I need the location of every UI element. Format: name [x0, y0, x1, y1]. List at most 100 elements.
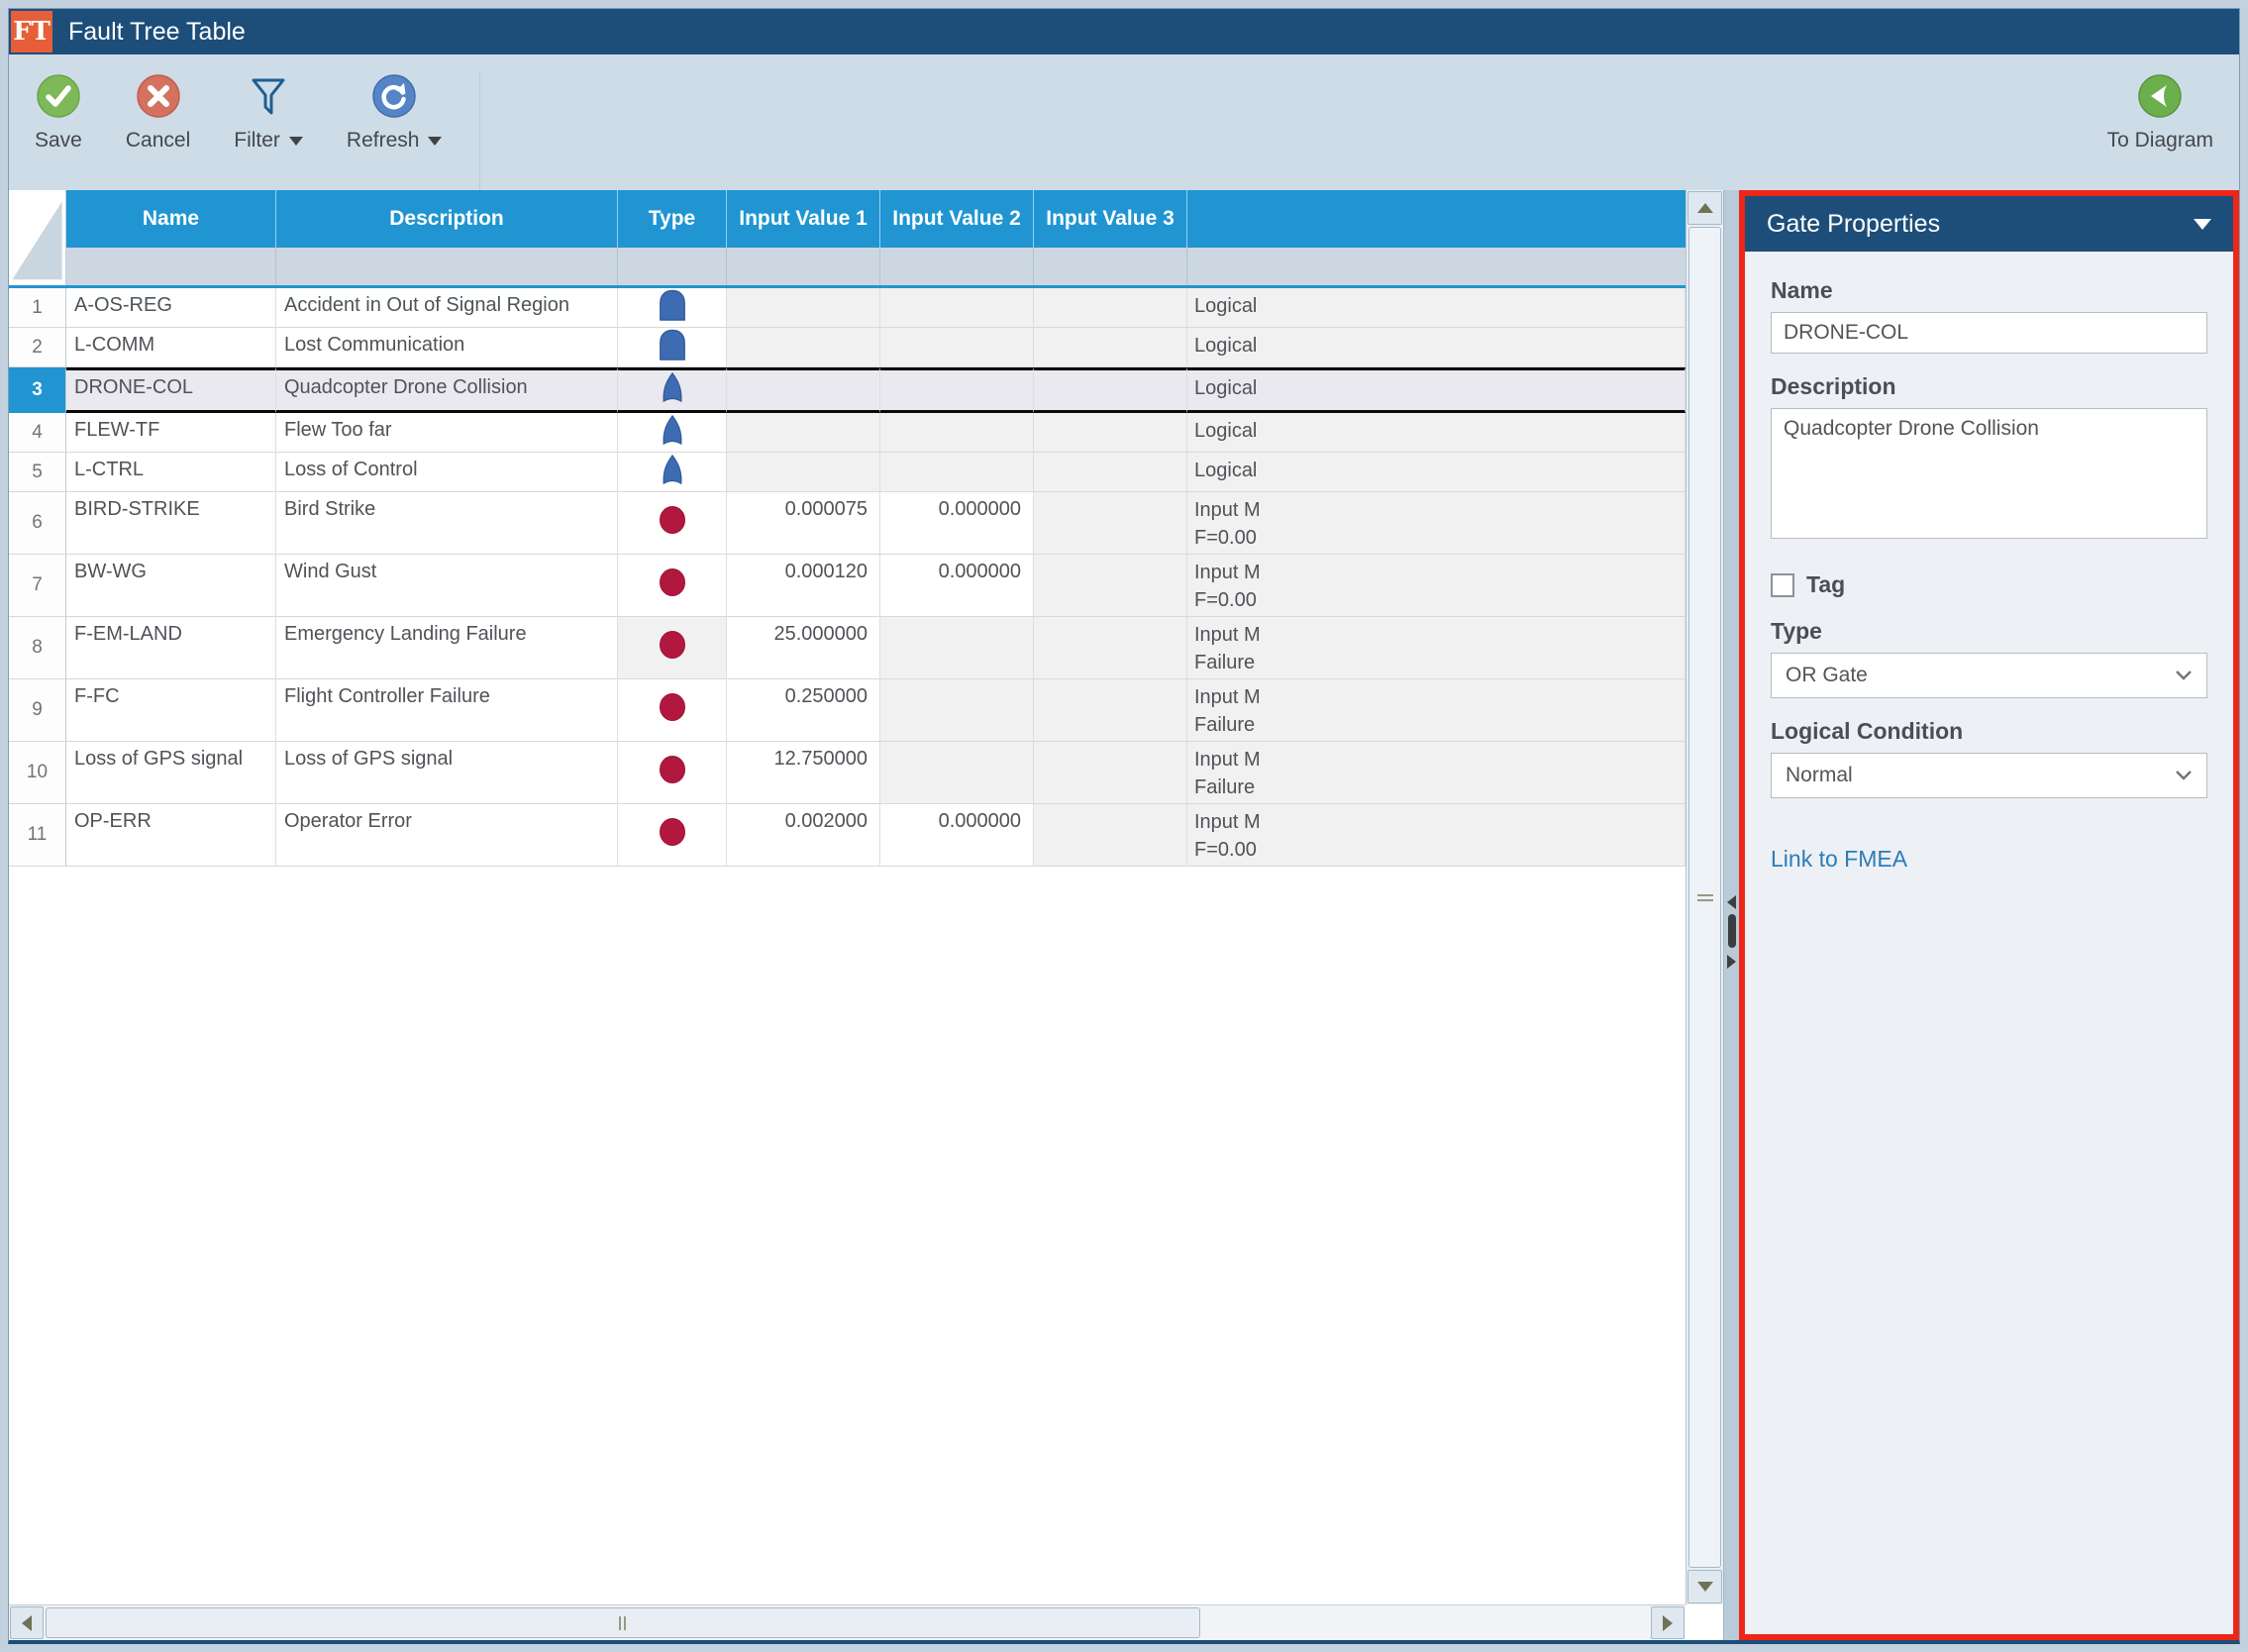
cell-input-value-1[interactable] [727, 328, 880, 367]
link-to-fmea[interactable]: Link to FMEA [1771, 846, 2207, 873]
table-row[interactable]: 6BIRD-STRIKEBird Strike 0.0000750.000000… [9, 492, 1686, 555]
cell-type[interactable] [618, 617, 727, 679]
cell-type[interactable] [618, 742, 727, 804]
cell-name[interactable]: L-COMM [66, 328, 276, 367]
cell-description[interactable]: Emergency Landing Failure [276, 617, 618, 679]
scroll-up-button[interactable] [1687, 191, 1722, 225]
cell-input-value-3[interactable] [1034, 804, 1187, 867]
cell-description[interactable]: Loss of Control [276, 453, 618, 492]
cell-input-value-2[interactable] [880, 679, 1034, 742]
table-row[interactable]: 9F-FCFlight Controller Failure 0.250000I… [9, 679, 1686, 742]
cell-logic-summary[interactable]: Input MF=0.00 [1187, 804, 1686, 867]
cell-logic-summary[interactable]: Input MFailure [1187, 742, 1686, 804]
panel-splitter[interactable] [1723, 190, 1739, 1640]
horizontal-scroll-track[interactable] [46, 1606, 1649, 1639]
column-header-type[interactable]: Type [618, 190, 727, 248]
cell-type[interactable] [618, 367, 727, 413]
cell-input-value-2[interactable] [880, 453, 1034, 492]
row-number[interactable]: 11 [9, 804, 66, 867]
filter-cell-name[interactable] [66, 248, 276, 285]
cell-description[interactable]: Quadcopter Drone Collision [276, 367, 618, 413]
logical-condition-select[interactable]: Normal [1771, 753, 2207, 798]
filter-cell-input-value-2[interactable] [880, 248, 1034, 285]
cell-input-value-1[interactable] [727, 453, 880, 492]
cell-logic-summary[interactable]: Logical [1187, 288, 1686, 328]
cell-input-value-3[interactable] [1034, 288, 1187, 328]
scroll-right-button[interactable] [1651, 1606, 1685, 1639]
tag-checkbox[interactable] [1771, 573, 1794, 597]
filter-cell-input-value-1[interactable] [727, 248, 880, 285]
cell-input-value-1[interactable]: 0.000120 [727, 555, 880, 617]
cell-input-value-2[interactable] [880, 367, 1034, 413]
corner-cell[interactable] [9, 190, 66, 285]
cell-type[interactable] [618, 555, 727, 617]
row-number[interactable]: 7 [9, 555, 66, 617]
cell-input-value-3[interactable] [1034, 679, 1187, 742]
cell-description[interactable]: Lost Communication [276, 328, 618, 367]
refresh-button[interactable]: Refresh [347, 72, 443, 190]
cell-input-value-2[interactable] [880, 617, 1034, 679]
cell-name[interactable]: A-OS-REG [66, 288, 276, 328]
cell-type[interactable] [618, 288, 727, 328]
column-header-input-value-3[interactable]: Input Value 3 [1034, 190, 1187, 248]
cell-input-value-1[interactable] [727, 288, 880, 328]
name-field[interactable] [1771, 312, 2207, 354]
cell-input-value-2[interactable] [880, 288, 1034, 328]
column-header-name[interactable]: Name [66, 190, 276, 248]
cell-input-value-2[interactable]: 0.000000 [880, 492, 1034, 555]
cell-type[interactable] [618, 804, 727, 867]
cell-description[interactable]: Operator Error [276, 804, 618, 867]
cell-name[interactable]: DRONE-COL [66, 367, 276, 413]
cell-input-value-1[interactable] [727, 413, 880, 453]
cell-logic-summary[interactable]: Input MFailure [1187, 617, 1686, 679]
cell-name[interactable]: OP-ERR [66, 804, 276, 867]
cell-description[interactable]: Accident in Out of Signal Region [276, 288, 618, 328]
cell-name[interactable]: F-EM-LAND [66, 617, 276, 679]
row-number[interactable]: 1 [9, 288, 66, 328]
cell-description[interactable]: Bird Strike [276, 492, 618, 555]
cell-input-value-3[interactable] [1034, 328, 1187, 367]
table-row[interactable]: 1A-OS-REGAccident in Out of Signal Regio… [9, 288, 1686, 328]
row-number[interactable]: 9 [9, 679, 66, 742]
cell-type[interactable] [618, 453, 727, 492]
cell-name[interactable]: FLEW-TF [66, 413, 276, 453]
cancel-button[interactable]: Cancel [126, 72, 190, 190]
cell-description[interactable]: Loss of GPS signal [276, 742, 618, 804]
cell-input-value-3[interactable] [1034, 413, 1187, 453]
cell-input-value-2[interactable] [880, 742, 1034, 804]
splitter-collapse-left-icon[interactable] [1727, 895, 1736, 909]
row-number[interactable]: 3 [9, 367, 66, 413]
cell-logic-summary[interactable]: Logical [1187, 413, 1686, 453]
cell-input-value-2[interactable]: 0.000000 [880, 804, 1034, 867]
vertical-scroll-track[interactable] [1688, 227, 1721, 1568]
description-field[interactable]: Quadcopter Drone Collision [1771, 408, 2207, 539]
filter-cell-description[interactable] [276, 248, 618, 285]
cell-logic-summary[interactable]: Logical [1187, 367, 1686, 413]
cell-input-value-3[interactable] [1034, 492, 1187, 555]
table-row[interactable]: 5L-CTRLLoss of Control Logical [9, 453, 1686, 492]
column-header-description[interactable]: Description [276, 190, 618, 248]
cell-input-value-3[interactable] [1034, 367, 1187, 413]
table-row[interactable]: 11OP-ERROperator Error 0.0020000.000000I… [9, 804, 1686, 867]
table-row[interactable]: 2L-COMMLost Communication Logical [9, 328, 1686, 367]
cell-logic-summary[interactable]: Input MF=0.00 [1187, 492, 1686, 555]
save-button[interactable]: Save [35, 72, 82, 190]
cell-description[interactable]: Flight Controller Failure [276, 679, 618, 742]
table-row[interactable]: 4FLEW-TFFlew Too far Logical [9, 413, 1686, 453]
vertical-scrollbar[interactable] [1686, 190, 1723, 1604]
vertical-scroll-thumb[interactable] [1688, 227, 1721, 1568]
cell-type[interactable] [618, 328, 727, 367]
cell-input-value-2[interactable]: 0.000000 [880, 555, 1034, 617]
cell-name[interactable]: BIRD-STRIKE [66, 492, 276, 555]
panel-collapse-icon[interactable] [2194, 219, 2211, 230]
scroll-down-button[interactable] [1687, 1570, 1722, 1603]
cell-name[interactable]: Loss of GPS signal [66, 742, 276, 804]
cell-input-value-3[interactable] [1034, 555, 1187, 617]
cell-input-value-3[interactable] [1034, 742, 1187, 804]
cell-input-value-1[interactable]: 25.000000 [727, 617, 880, 679]
cell-input-value-1[interactable] [727, 367, 880, 413]
filter-button[interactable]: Filter [234, 72, 303, 190]
table-row[interactable]: 7BW-WGWind Gust 0.0001200.000000Input MF… [9, 555, 1686, 617]
column-header-input-value-1[interactable]: Input Value 1 [727, 190, 880, 248]
panel-header[interactable]: Gate Properties [1745, 196, 2233, 252]
